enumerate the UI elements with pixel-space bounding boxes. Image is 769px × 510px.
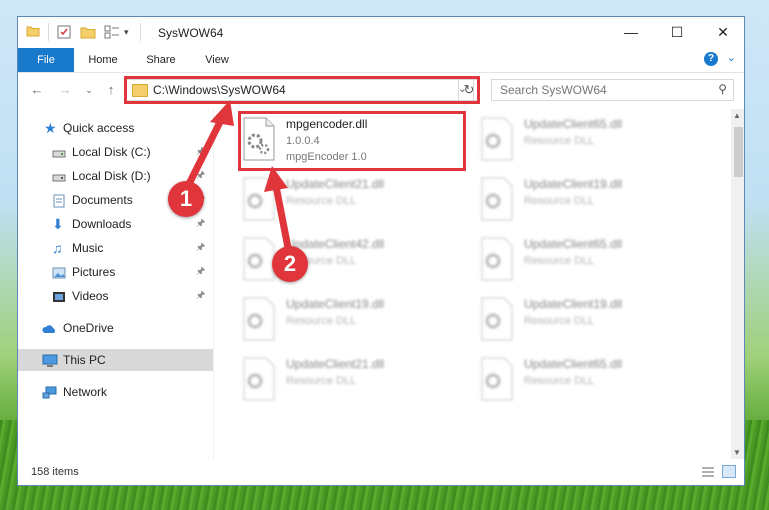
step-marker-1: 1	[168, 181, 204, 217]
annotation-arrows	[184, 100, 294, 262]
arrow-2	[264, 166, 294, 262]
arrow-1	[184, 100, 234, 190]
step-marker-2: 2	[272, 246, 308, 282]
